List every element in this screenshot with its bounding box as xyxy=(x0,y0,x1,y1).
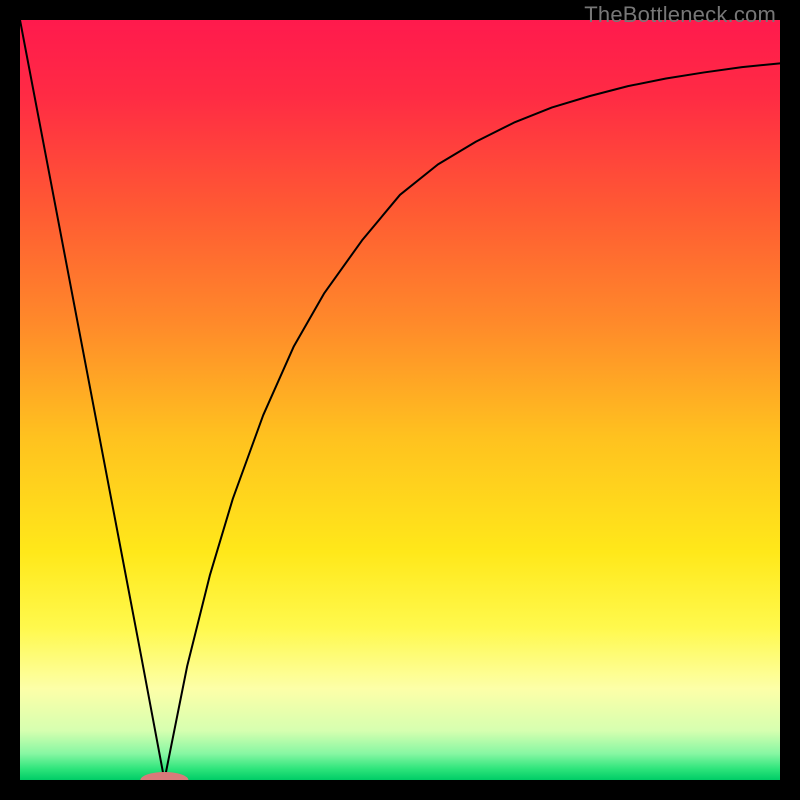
watermark-text: TheBottleneck.com xyxy=(584,2,776,28)
chart-frame: TheBottleneck.com xyxy=(0,0,800,800)
chart-svg xyxy=(20,20,780,780)
chart-background xyxy=(20,20,780,780)
chart-plot-area xyxy=(20,20,780,780)
